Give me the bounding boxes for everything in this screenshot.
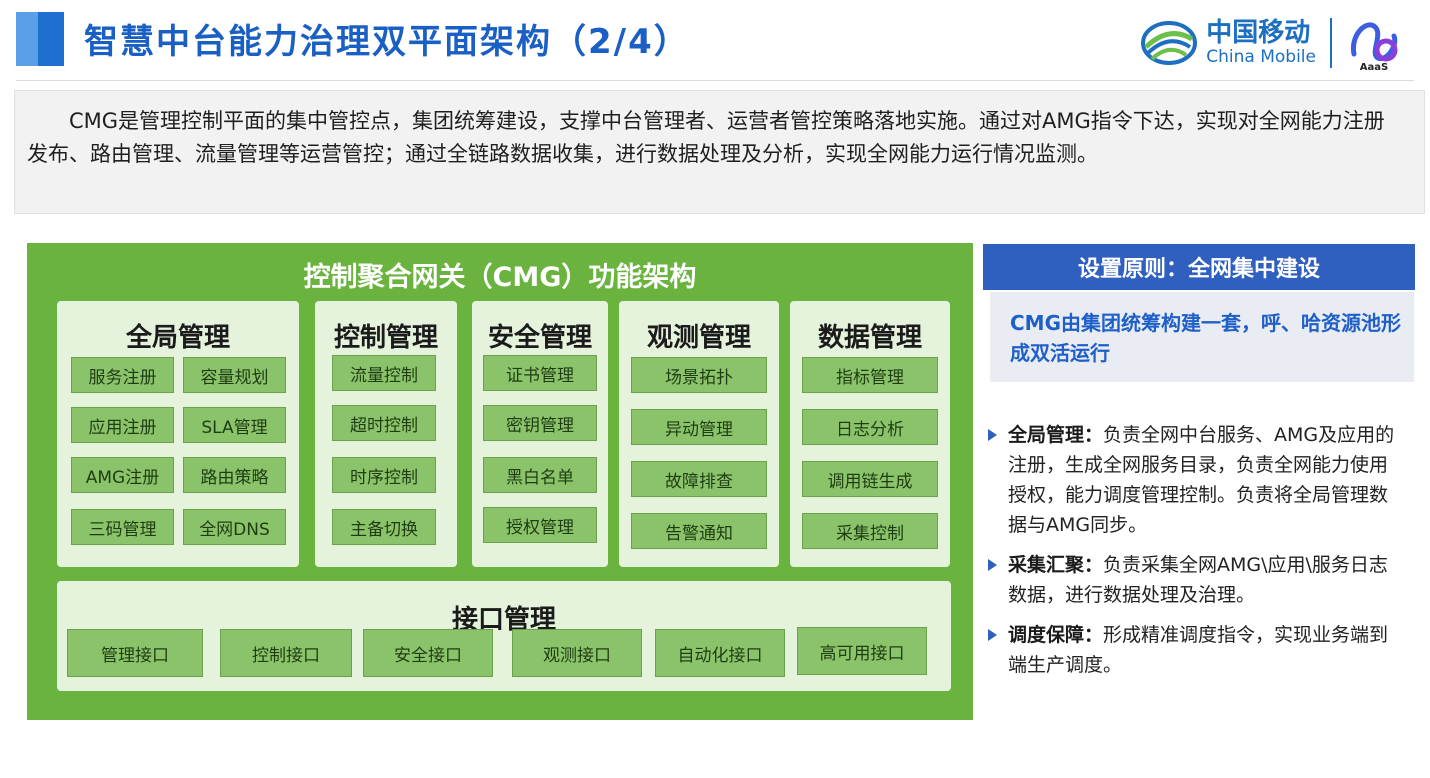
column-observation-management: 观测管理 场景拓扑 异动管理 故障排查 告警通知 [619,301,779,567]
item-sla-management: SLA管理 [183,407,286,443]
item-management-interface: 管理接口 [67,629,203,677]
cmg-title: 控制聚合网关（CMG）功能架构 [303,262,697,293]
logo-divider [1330,18,1332,68]
item-routing-policy: 路由策略 [183,457,286,493]
item-security-interface: 安全接口 [363,629,493,677]
item-capacity-planning: 容量规划 [183,357,286,393]
item-scene-topology: 场景拓扑 [631,357,767,393]
intro-paragraph: CMG是管理控制平面的集中管控点，集团统筹建设，支撑中台管理者、运营者管控策略落… [14,90,1425,214]
item-alert-notification: 告警通知 [631,513,767,549]
bullet-label: 采集汇聚： [1008,554,1104,576]
logo-area: 中国移动 China Mobile AaaS [1140,12,1402,74]
column-title: 观测管理 [646,323,751,353]
item-traffic-control: 流量控制 [332,355,436,391]
bullet-label: 调度保障： [1008,624,1104,646]
item-high-availability-interface: 高可用接口 [797,627,927,675]
column-security-management: 安全管理 证书管理 密钥管理 黑白名单 授权管理 [472,301,608,567]
aaas-logo-text: AaaS [1360,62,1388,72]
item-call-chain-generation: 调用链生成 [802,461,938,497]
title-accent-bar [16,12,64,66]
item-amg-register: AMG注册 [71,457,174,493]
bullet-collection-aggregation: 采集汇聚：负责采集全网AMG\应用\服务日志数据，进行数据处理及治理。 [986,550,1406,610]
item-three-code-management: 三码管理 [71,509,174,545]
column-title: 全局管理 [125,323,230,353]
principle-header: 设置原则：全网集中建设 [983,244,1415,290]
column-control-management: 控制管理 流量控制 超时控制 时序控制 主备切换 [315,301,457,567]
item-failover-switch: 主备切换 [332,509,436,545]
column-global-management: 全局管理 服务注册 容量规划 应用注册 SLA管理 AMG注册 路由策略 三码管… [57,301,299,567]
item-global-dns: 全网DNS [183,509,286,545]
item-app-register: 应用注册 [71,407,174,443]
item-log-analysis: 日志分析 [802,409,938,445]
principle-description: CMG由集团统筹构建一套，呼、哈资源池形成双活运行 [990,292,1414,382]
cmg-architecture-panel: 控制聚合网关（CMG）功能架构 全局管理 服务注册 容量规划 应用注册 SLA管… [27,243,973,720]
logo-cn-text: 中国移动 [1206,18,1311,48]
item-certificate-management: 证书管理 [483,355,597,391]
interface-management-panel: 接口管理 管理接口 控制接口 安全接口 观测接口 自动化接口 高可用接口 [57,581,951,691]
item-service-register: 服务注册 [71,357,174,393]
bullet-global-management: 全局管理：负责全网中台服务、AMG及应用的注册，生成全网服务目录，负责全网能力使… [986,420,1406,540]
china-mobile-swirl-icon [1141,21,1198,65]
bullet-triangle-icon [988,559,997,571]
column-title: 安全管理 [487,323,592,353]
item-timeout-control: 超时控制 [332,405,436,441]
page-title: 智慧中台能力治理双平面架构（2/4） [84,22,690,62]
bullet-dispatch-guarantee: 调度保障：形成精准调度指令，实现业务端到端生产调度。 [986,620,1406,680]
item-collection-control: 采集控制 [802,513,938,549]
item-authorization-management: 授权管理 [483,507,597,543]
logo-en-text: China Mobile [1206,47,1316,67]
column-title: 控制管理 [333,323,438,353]
item-fault-diagnosis: 故障排查 [631,461,767,497]
bullet-label: 全局管理： [1008,424,1104,446]
china-mobile-logo: 中国移动 China Mobile [1140,19,1316,67]
item-observation-interface: 观测接口 [512,629,642,677]
bullet-triangle-icon [988,429,997,441]
item-black-white-list: 黑白名单 [483,457,597,493]
header-divider [16,80,1414,81]
item-anomaly-management: 异动管理 [631,409,767,445]
responsibility-list: 全局管理：负责全网中台服务、AMG及应用的注册，生成全网服务目录，负责全网能力使… [986,420,1406,690]
bullet-triangle-icon [988,629,997,641]
item-control-interface: 控制接口 [220,629,352,677]
item-metric-management: 指标管理 [802,357,938,393]
item-key-management: 密钥管理 [483,405,597,441]
item-sequence-control: 时序控制 [332,457,436,493]
column-data-management: 数据管理 指标管理 日志分析 调用链生成 采集控制 [790,301,950,567]
column-title: 数据管理 [817,323,922,353]
aaas-logo-icon: AaaS [1350,22,1398,72]
item-automation-interface: 自动化接口 [655,629,785,677]
